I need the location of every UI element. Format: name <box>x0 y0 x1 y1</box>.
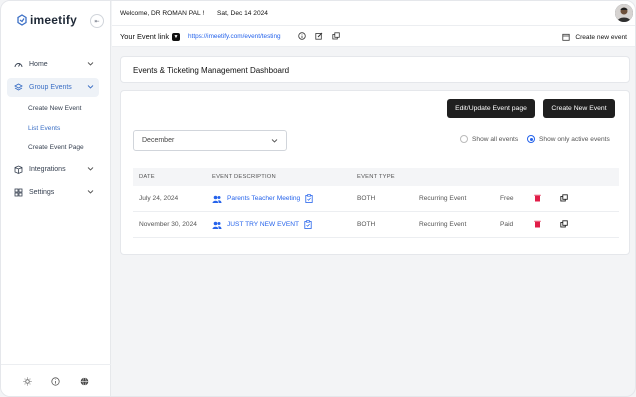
radio-button-selected <box>527 135 535 143</box>
event-title-link[interactable]: Parents Teacher Meeting <box>227 195 300 202</box>
event-title-link[interactable]: JUST TRY NEW EVENT <box>227 221 299 228</box>
chevron-down-icon: ▼ <box>172 32 181 41</box>
show-all-events-radio[interactable]: Show all events <box>460 135 518 143</box>
sidebar-subitem-create-event-page[interactable]: Create Event Page <box>28 144 84 151</box>
chevron-down-icon <box>87 85 94 89</box>
page-title-card: Events & Ticketing Management Dashboard <box>120 56 630 83</box>
event-link-actions <box>298 32 340 40</box>
event-description: JUST TRY NEW EVENT <box>212 220 312 229</box>
calendar-icon <box>562 33 570 41</box>
chevron-down-icon <box>87 167 94 171</box>
chevron-down-icon <box>271 139 278 143</box>
event-price: Free <box>500 195 514 202</box>
column-header-description: EVENT DESCRIPTION <box>212 174 276 180</box>
sidebar-subitem-create-new-event[interactable]: Create New Event <box>28 105 82 112</box>
sidebar: imeetify ⇤ Home Group Events Create New … <box>1 1 111 396</box>
event-date: July 24, 2024 <box>139 195 179 202</box>
event-link-label: Your Event link <box>120 32 170 41</box>
event-recurrence: Recurring Event <box>419 195 467 202</box>
event-date: November 30, 2024 <box>139 221 197 228</box>
event-recurrence: Recurring Event <box>419 221 467 228</box>
clipboard-icon[interactable] <box>305 194 313 203</box>
chevron-down-icon <box>87 190 94 194</box>
events-card: Edit/Update Event page Create New Event … <box>120 90 630 255</box>
duplicate-icon[interactable] <box>560 194 568 202</box>
chevron-down-icon <box>87 62 94 66</box>
logo-text: imeetify <box>30 13 77 27</box>
globe-icon[interactable] <box>80 377 89 386</box>
event-description: Parents Teacher Meeting <box>212 194 313 203</box>
page-title: Events & Ticketing Management Dashboard <box>133 66 290 75</box>
sidebar-item-label: Settings <box>29 189 55 196</box>
sun-icon[interactable] <box>23 377 32 386</box>
app-window: imeetify ⇤ Home Group Events Create New … <box>0 0 636 397</box>
event-type: BOTH <box>357 221 376 228</box>
event-link-bar: Your Event link ▼ https://imeetify.com/e… <box>112 26 635 47</box>
sidebar-item-integrations[interactable]: Integrations <box>7 160 99 179</box>
grid-icon <box>14 188 23 197</box>
info-icon[interactable] <box>51 377 61 386</box>
delete-icon[interactable] <box>534 220 541 228</box>
radio-label: Show only active events <box>539 135 610 143</box>
collapse-sidebar-button[interactable]: ⇤ <box>90 14 104 28</box>
box-icon <box>14 165 23 174</box>
table-row: November 30, 2024 JUST TRY NEW EVENT BOT… <box>133 212 619 238</box>
month-select[interactable]: December <box>133 130 287 151</box>
copy-icon[interactable] <box>332 32 340 40</box>
edit-icon[interactable] <box>315 32 323 40</box>
table-row: July 24, 2024 Parents Teacher Meeting BO… <box>133 186 619 212</box>
radio-label: Show all events <box>472 135 519 143</box>
users-icon <box>212 195 222 203</box>
radio-button <box>460 135 468 143</box>
sidebar-item-settings[interactable]: Settings <box>7 183 99 202</box>
sidebar-subitem-list-events[interactable]: List Events <box>28 125 60 132</box>
welcome-text: Welcome, DR ROMAN PAL ! <box>120 10 205 17</box>
delete-icon[interactable] <box>534 194 541 202</box>
sidebar-item-group-events[interactable]: Group Events <box>7 78 99 97</box>
info-icon[interactable] <box>298 32 306 40</box>
top-bar: Welcome, DR ROMAN PAL ! Sat, Dec 14 2024 <box>112 1 635 26</box>
create-new-event-label: Create new event <box>575 33 627 41</box>
logo-icon <box>17 14 27 26</box>
duplicate-icon[interactable] <box>560 220 568 228</box>
event-url-link[interactable]: https://imeetify.com/event/testing <box>188 33 281 40</box>
users-icon <box>212 221 222 229</box>
column-header-date: DATE <box>139 174 155 180</box>
sidebar-footer <box>1 364 111 396</box>
table-header: DATE EVENT DESCRIPTION EVENT TYPE <box>133 168 619 186</box>
sidebar-item-label: Integrations <box>29 166 66 173</box>
edit-event-page-button[interactable]: Edit/Update Event page <box>447 99 535 118</box>
sidebar-item-label: Group Events <box>29 84 72 91</box>
layers-icon <box>14 83 23 92</box>
event-link-dropdown[interactable]: Your Event link ▼ <box>120 32 181 41</box>
avatar[interactable] <box>615 4 633 22</box>
sidebar-item-label: Home <box>29 61 48 68</box>
current-date: Sat, Dec 14 2024 <box>217 10 268 17</box>
collapse-icon: ⇤ <box>94 18 100 25</box>
event-price: Paid <box>500 221 514 228</box>
create-new-event-button[interactable]: Create New Event <box>543 99 615 118</box>
logo[interactable]: imeetify <box>17 13 77 27</box>
sidebar-item-home[interactable]: Home <box>7 55 99 74</box>
gauge-icon <box>14 60 23 69</box>
create-new-event-link[interactable]: Create new event <box>562 33 627 41</box>
column-header-type: EVENT TYPE <box>357 174 395 180</box>
month-select-value: December <box>142 137 175 144</box>
event-type: BOTH <box>357 195 376 202</box>
events-table: DATE EVENT DESCRIPTION EVENT TYPE July 2… <box>133 168 619 238</box>
clipboard-icon[interactable] <box>304 220 312 229</box>
show-active-events-radio[interactable]: Show only active events <box>527 135 610 143</box>
